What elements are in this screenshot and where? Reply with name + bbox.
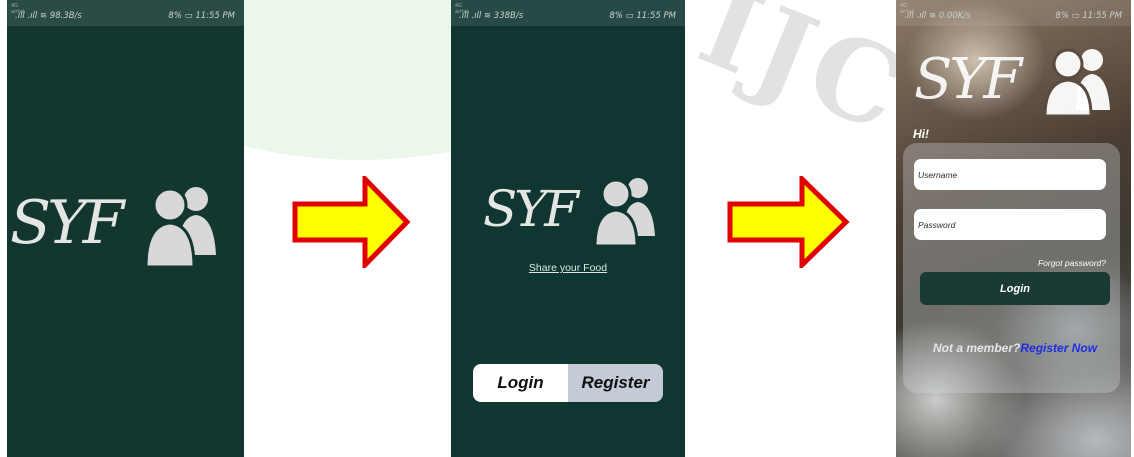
login-screen: 4G airtel .ıll .ıll ≋ 0.00K/s 8% ▭ 11:55… [896, 0, 1131, 457]
tagline-link[interactable]: Share your Food [451, 262, 685, 274]
users-icon [1043, 48, 1110, 118]
users-icon [144, 187, 216, 269]
status-bar: 4G airtel .ıll .ıll ≋ 98.3B/s 8% ▭ 11:55… [7, 0, 244, 26]
splash-screen: 4G airtel .ıll .ıll ≋ 98.3B/s 8% ▭ 11:55… [7, 0, 244, 457]
password-input[interactable]: Password [914, 209, 1106, 240]
username-input[interactable]: Username [914, 159, 1106, 190]
status-bar: 4G airtel .ıll .ıll ≋ 0.00K/s 8% ▭ 11:55… [896, 0, 1131, 26]
flow-arrow-icon [727, 176, 850, 268]
logo-letters: SYF [483, 180, 581, 238]
logo-letters: SYF [10, 188, 127, 258]
flow-arrow-icon [292, 176, 411, 268]
not-member-text: Not a member? [933, 341, 1021, 355]
network-status: .ıll .ıll ≋ 98.3B/s [15, 11, 82, 21]
network-status: .ıll .ıll ≋ 0.00K/s [904, 11, 971, 21]
forgot-password-link[interactable]: Forgot password? [1038, 258, 1106, 268]
status-bar: 4G airtel .ıll .ıll ≋ 338B/s 8% ▭ 11:55 … [451, 0, 685, 26]
watermark-text: IJC [683, 0, 926, 159]
battery-time: 8% ▭ 11:55 PM [609, 11, 676, 21]
register-now-link[interactable]: Register Now [1020, 341, 1097, 355]
register-button[interactable]: Register [568, 364, 663, 402]
battery-time: 8% ▭ 11:55 PM [1055, 11, 1122, 21]
logo-letters: SYF [914, 47, 1024, 112]
register-prompt: Not a member?Register Now [933, 341, 1097, 355]
greeting: Hi! [913, 127, 929, 141]
login-submit-button[interactable]: Login [920, 272, 1110, 305]
users-icon [593, 178, 655, 248]
login-button[interactable]: Login [473, 364, 568, 402]
welcome-screen: 4G airtel .ıll .ıll ≋ 338B/s 8% ▭ 11:55 … [451, 0, 685, 457]
app-logo: SYF [483, 178, 655, 248]
app-logo: SYF [914, 47, 1110, 118]
network-status: .ıll .ıll ≋ 338B/s [459, 11, 524, 21]
battery-time: 8% ▭ 11:55 PM [168, 11, 235, 21]
auth-toggle: Login Register [473, 364, 663, 402]
app-logo: SYF [10, 187, 216, 269]
